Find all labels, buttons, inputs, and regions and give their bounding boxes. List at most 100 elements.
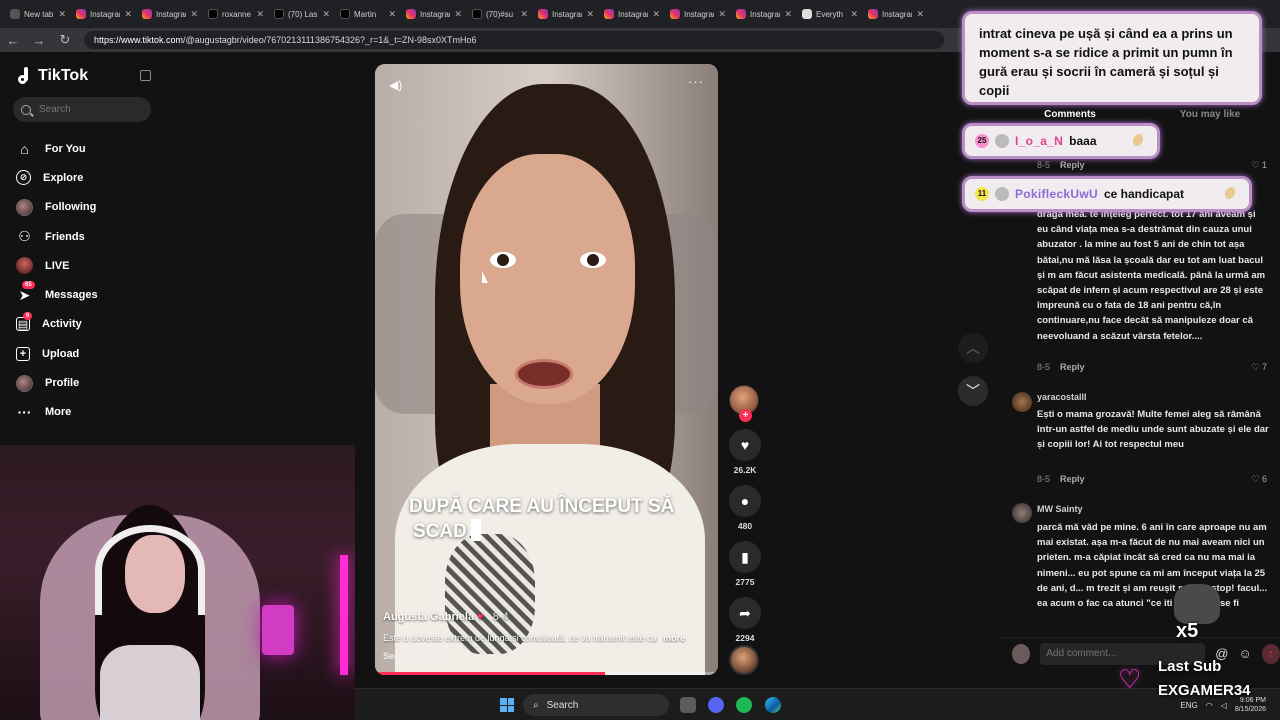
tab-favicon-icon bbox=[340, 9, 350, 19]
sidebar-item-live[interactable]: LIVE bbox=[16, 251, 98, 280]
taskbar-search-label: Search bbox=[546, 699, 579, 711]
like-button[interactable]: ♥ bbox=[729, 429, 761, 461]
browser-tab[interactable]: Instagram ✕ bbox=[600, 3, 664, 25]
next-video-button[interactable]: ﹀ bbox=[958, 376, 988, 406]
sidebar-item-upload[interactable]: + Upload bbox=[16, 339, 98, 368]
browser-tab[interactable]: Instagram ✕ bbox=[732, 3, 796, 25]
more-options-icon[interactable]: ··· bbox=[688, 74, 704, 89]
close-tab-icon[interactable]: ✕ bbox=[454, 9, 462, 20]
sidebar-item-explore[interactable]: ⊘ Explore bbox=[16, 163, 98, 192]
follow-plus-icon[interactable]: + bbox=[739, 409, 752, 422]
browser-tab[interactable]: Instagram ✕ bbox=[72, 3, 136, 25]
close-tab-icon[interactable]: ✕ bbox=[124, 9, 132, 20]
spotify-icon[interactable] bbox=[736, 697, 752, 713]
chat-username: PokifleckUwU bbox=[1015, 187, 1098, 201]
commenter-name[interactable]: MW Sainty bbox=[1037, 504, 1083, 514]
close-tab-icon[interactable]: ✕ bbox=[256, 9, 264, 20]
task-view-icon[interactable] bbox=[680, 697, 696, 713]
compass-icon: ⊘ bbox=[16, 170, 31, 186]
tab-title: (70)#su bbox=[486, 9, 514, 19]
close-tab-icon[interactable]: ✕ bbox=[586, 9, 594, 20]
windows-start-icon[interactable] bbox=[500, 698, 514, 712]
close-tab-icon[interactable]: ✕ bbox=[520, 9, 528, 20]
search-box[interactable] bbox=[13, 97, 151, 122]
back-icon[interactable]: ← bbox=[6, 33, 20, 48]
sidebar-item-activity[interactable]: ▤ 6 Activity bbox=[16, 310, 98, 339]
sidebar-item-profile[interactable]: Profile bbox=[16, 368, 98, 397]
more-link[interactable]: more bbox=[663, 633, 685, 643]
sidebar-item-label: Profile bbox=[45, 377, 80, 390]
close-tab-icon[interactable]: ✕ bbox=[850, 9, 858, 20]
sidebar-item-friends[interactable]: ⚇ Friends bbox=[16, 222, 98, 251]
browser-tab[interactable]: Martin ✕ bbox=[336, 3, 400, 25]
video-progress-bar[interactable] bbox=[375, 672, 718, 675]
address-bar[interactable]: https://www.tiktok.com/@augustagbr/video… bbox=[84, 31, 944, 49]
close-tab-icon[interactable]: ✕ bbox=[388, 9, 396, 20]
streamer bbox=[95, 505, 205, 720]
browser-tab[interactable]: Instagram ✕ bbox=[534, 3, 598, 25]
browser-tab[interactable]: roxanne ✕ bbox=[204, 3, 268, 25]
close-tab-icon[interactable]: ✕ bbox=[58, 9, 66, 20]
sidebar-item-messages[interactable]: ➤ 65 Messages bbox=[16, 280, 98, 309]
edge-icon[interactable] bbox=[765, 697, 781, 713]
previous-video-button[interactable]: ︿ bbox=[958, 333, 988, 363]
user-emote-icon bbox=[995, 134, 1009, 148]
collapse-sidebar-icon[interactable] bbox=[140, 70, 151, 81]
sidebar-item-for-you[interactable]: ⌂ For You bbox=[16, 134, 98, 163]
browser-tab[interactable]: Everyth ✕ bbox=[798, 3, 862, 25]
like-count: 26.2K bbox=[733, 465, 757, 475]
close-tab-icon[interactable]: ✕ bbox=[322, 9, 330, 20]
browser-tab[interactable]: Instagram ✕ bbox=[666, 3, 730, 25]
volume-icon[interactable]: ◀) bbox=[389, 78, 402, 92]
emote-combo: x5 bbox=[1168, 584, 1226, 646]
reply-button[interactable]: Reply bbox=[1060, 362, 1085, 372]
sidebar-item-label: Friends bbox=[45, 230, 85, 243]
browser-tab[interactable]: Instagram ✕ bbox=[402, 3, 466, 25]
comment-likes[interactable]: ♡ 6 bbox=[1251, 474, 1267, 485]
nav-list: ⌂ For You ⊘ Explore Following ⚇ Friends LIVE ➤ 65… bbox=[16, 134, 98, 427]
browser-tab[interactable]: Instagram ✕ bbox=[138, 3, 202, 25]
commenter-name[interactable]: yaracostalll bbox=[1037, 392, 1087, 402]
music-disc-icon[interactable] bbox=[729, 645, 759, 675]
sidebar-item-more[interactable]: ··· More bbox=[16, 398, 98, 427]
search-input[interactable] bbox=[39, 104, 139, 115]
video-player[interactable]: ◀) ··· DUPĂ CARE AU ÎNCEPUT SĂ SCAD Augu… bbox=[375, 64, 718, 675]
comment-likes[interactable]: ♡ 1 bbox=[1251, 160, 1267, 171]
close-tab-icon[interactable]: ✕ bbox=[718, 9, 726, 20]
comment-text: draga mea. te înțeleg perfect. tot 17 an… bbox=[1037, 209, 1266, 342]
video-caption-overlay: DUPĂ CARE AU ÎNCEPUT SĂ SCAD bbox=[409, 494, 699, 544]
commenter-avatar[interactable] bbox=[1012, 392, 1032, 412]
close-tab-icon[interactable]: ✕ bbox=[784, 9, 792, 20]
browser-tab[interactable]: (70)#su ✕ bbox=[468, 3, 532, 25]
reply-button[interactable]: Reply bbox=[1060, 160, 1085, 170]
forward-icon[interactable]: → bbox=[32, 33, 46, 48]
reload-icon[interactable]: ↻ bbox=[58, 32, 72, 48]
close-tab-icon[interactable]: ✕ bbox=[916, 9, 924, 20]
headset bbox=[95, 525, 205, 615]
tab-title: (70) Las bbox=[288, 9, 318, 19]
tab-title: Instagram bbox=[552, 9, 582, 19]
creator-avatar[interactable]: + bbox=[729, 385, 759, 422]
comment-text: parcă mă văd pe mine. 6 ani în care apro… bbox=[1037, 522, 1268, 610]
browser-tab[interactable]: (70) Las ✕ bbox=[270, 3, 334, 25]
live-avatar-icon bbox=[16, 257, 33, 275]
tab-you-may-like[interactable]: You may like bbox=[1140, 109, 1280, 129]
browser-tab[interactable]: Instagram ✕ bbox=[864, 3, 928, 25]
sidebar-item-following[interactable]: Following bbox=[16, 193, 98, 222]
commenter-avatar[interactable] bbox=[1012, 503, 1032, 523]
comment-button[interactable]: ● bbox=[729, 485, 761, 517]
share-button[interactable]: ➦ bbox=[729, 597, 761, 629]
taskbar-search[interactable]: ⌕ Search bbox=[523, 694, 669, 716]
tab-title: New tab bbox=[24, 9, 54, 19]
comment-likes[interactable]: ♡ 7 bbox=[1251, 362, 1267, 373]
save-button[interactable]: ▮ bbox=[729, 541, 761, 573]
tiktok-logo[interactable]: TikTok bbox=[18, 67, 88, 85]
close-tab-icon[interactable]: ✕ bbox=[652, 9, 660, 20]
close-tab-icon[interactable]: ✕ bbox=[190, 9, 198, 20]
logo-text: TikTok bbox=[38, 67, 89, 84]
video-author[interactable]: Augusta Gabriela ♥ 8-4 bbox=[383, 611, 509, 623]
reply-button[interactable]: Reply bbox=[1060, 474, 1085, 484]
browser-tab[interactable]: New tab ✕ bbox=[6, 3, 70, 25]
see-translation-link[interactable]: See translation bbox=[383, 651, 448, 661]
discord-icon[interactable] bbox=[708, 697, 724, 713]
